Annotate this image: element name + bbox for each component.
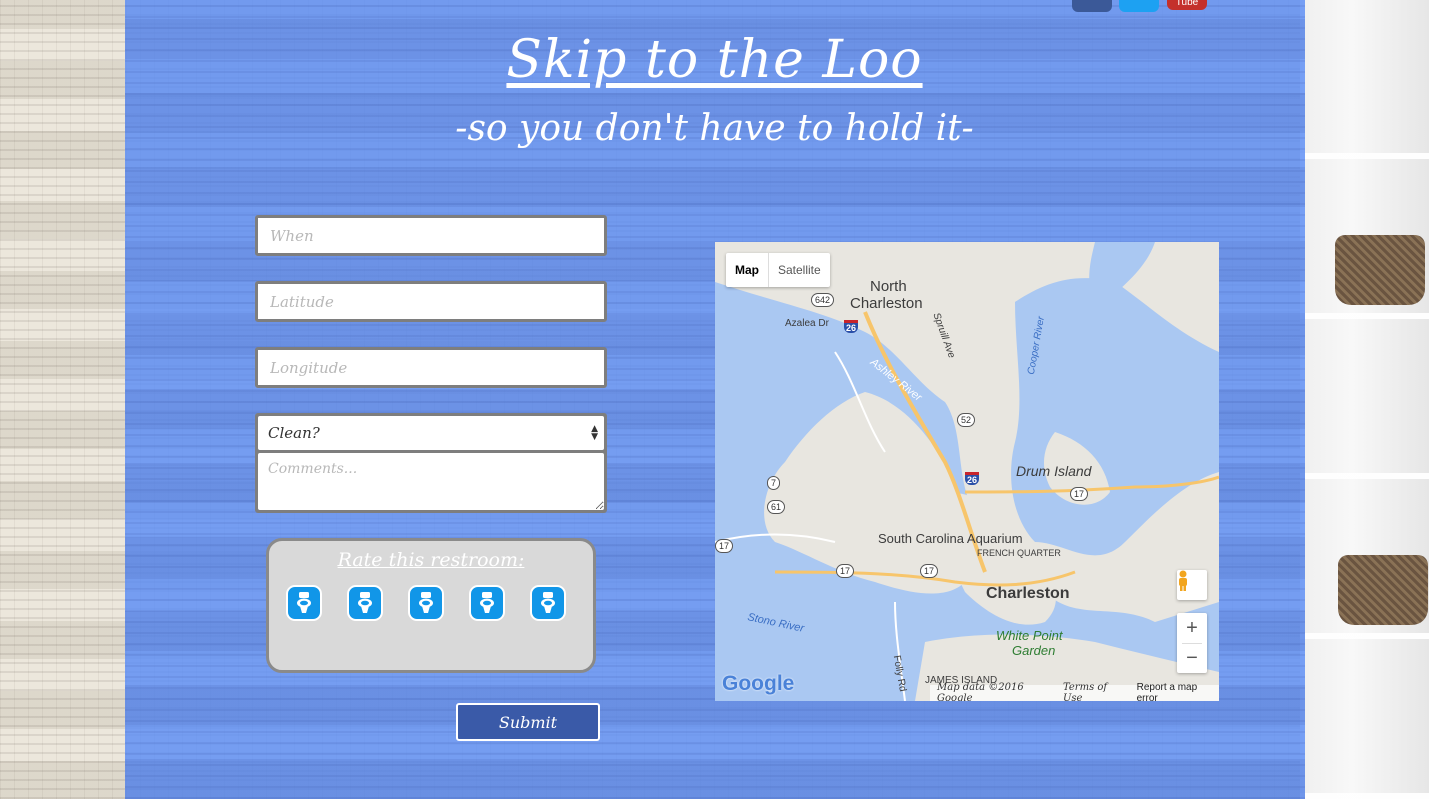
- basket-image: [1338, 555, 1428, 625]
- submit-button[interactable]: Submit: [456, 703, 600, 741]
- map-label-drum-island: Drum Island: [1016, 463, 1092, 479]
- map-label-white-point: White Point: [996, 628, 1063, 643]
- basket-image: [1335, 235, 1425, 305]
- map-label-charleston: Charleston: [986, 585, 1070, 602]
- latitude-input[interactable]: [255, 281, 607, 322]
- route-shield: 17: [836, 564, 855, 578]
- map-label-north-charleston: Charleston: [850, 295, 923, 312]
- zoom-controls: + −: [1177, 613, 1207, 673]
- when-input[interactable]: [255, 215, 607, 256]
- report-map-error-link[interactable]: Report a map error: [1137, 682, 1212, 701]
- route-shield: 642: [811, 293, 835, 307]
- youtube-label: Tube: [1175, 0, 1199, 8]
- route-shield: 52: [957, 413, 976, 427]
- toilet-rating-icon-2[interactable]: [347, 585, 383, 621]
- comments-textarea[interactable]: [258, 453, 604, 510]
- toilet-rating-icon-4[interactable]: [469, 585, 505, 621]
- twitter-icon[interactable]: [1119, 0, 1159, 12]
- terms-of-use-link[interactable]: Terms of Use: [1063, 682, 1123, 701]
- zoom-in-button[interactable]: +: [1177, 613, 1207, 643]
- google-logo: Google: [722, 672, 795, 695]
- clean-select-value: Clean?: [268, 424, 320, 442]
- rating-title: Rate this restroom:: [337, 549, 525, 571]
- longitude-input[interactable]: [255, 347, 607, 388]
- clean-comments-group: Clean? ▲ ▼: [255, 413, 607, 513]
- page-title: Skip to the Loo: [506, 30, 923, 90]
- interstate-shield: 26: [965, 472, 980, 485]
- route-shield: 7: [767, 476, 781, 490]
- rating-panel: Rate this restroom:: [266, 538, 596, 673]
- map-type-map[interactable]: Map: [726, 253, 768, 287]
- map-type-toggle: Map Satellite: [726, 253, 830, 287]
- toilet-rating-icon-3[interactable]: [408, 585, 444, 621]
- route-shield: 17: [920, 564, 939, 578]
- select-arrows-icon: ▲ ▼: [591, 424, 598, 442]
- toilet-rating-icon-1[interactable]: [286, 585, 322, 621]
- toilet-rating-icon-5[interactable]: [530, 585, 566, 621]
- map-footer: Map data ©2016 Google Terms of Use Repor…: [930, 682, 1219, 701]
- map-label-north: North: [870, 278, 907, 295]
- map-type-satellite[interactable]: Satellite: [768, 253, 830, 287]
- map-label-azalea: Azalea Dr: [785, 318, 829, 329]
- map-label-garden: Garden: [1012, 643, 1056, 658]
- map-label-french-quarter: FRENCH QUARTER: [977, 548, 1061, 558]
- clean-select[interactable]: Clean? ▲ ▼: [258, 416, 604, 450]
- map-label-aquarium: South Carolina Aquarium: [878, 531, 1023, 546]
- facebook-icon[interactable]: [1072, 0, 1112, 12]
- route-shield: 17: [715, 539, 734, 553]
- youtube-icon[interactable]: Tube: [1167, 0, 1207, 10]
- zoom-out-button[interactable]: −: [1177, 644, 1207, 673]
- interstate-shield: 26: [844, 320, 859, 333]
- route-shield: 61: [767, 500, 786, 514]
- pegman-icon[interactable]: [1177, 570, 1207, 600]
- page-subtitle: -so you don't have to hold it-: [455, 108, 974, 149]
- map-view[interactable]: Map Satellite North Charleston Azalea Dr…: [715, 242, 1219, 701]
- route-shield: 17: [1070, 487, 1089, 501]
- map-data-text: Map data ©2016 Google: [937, 682, 1024, 701]
